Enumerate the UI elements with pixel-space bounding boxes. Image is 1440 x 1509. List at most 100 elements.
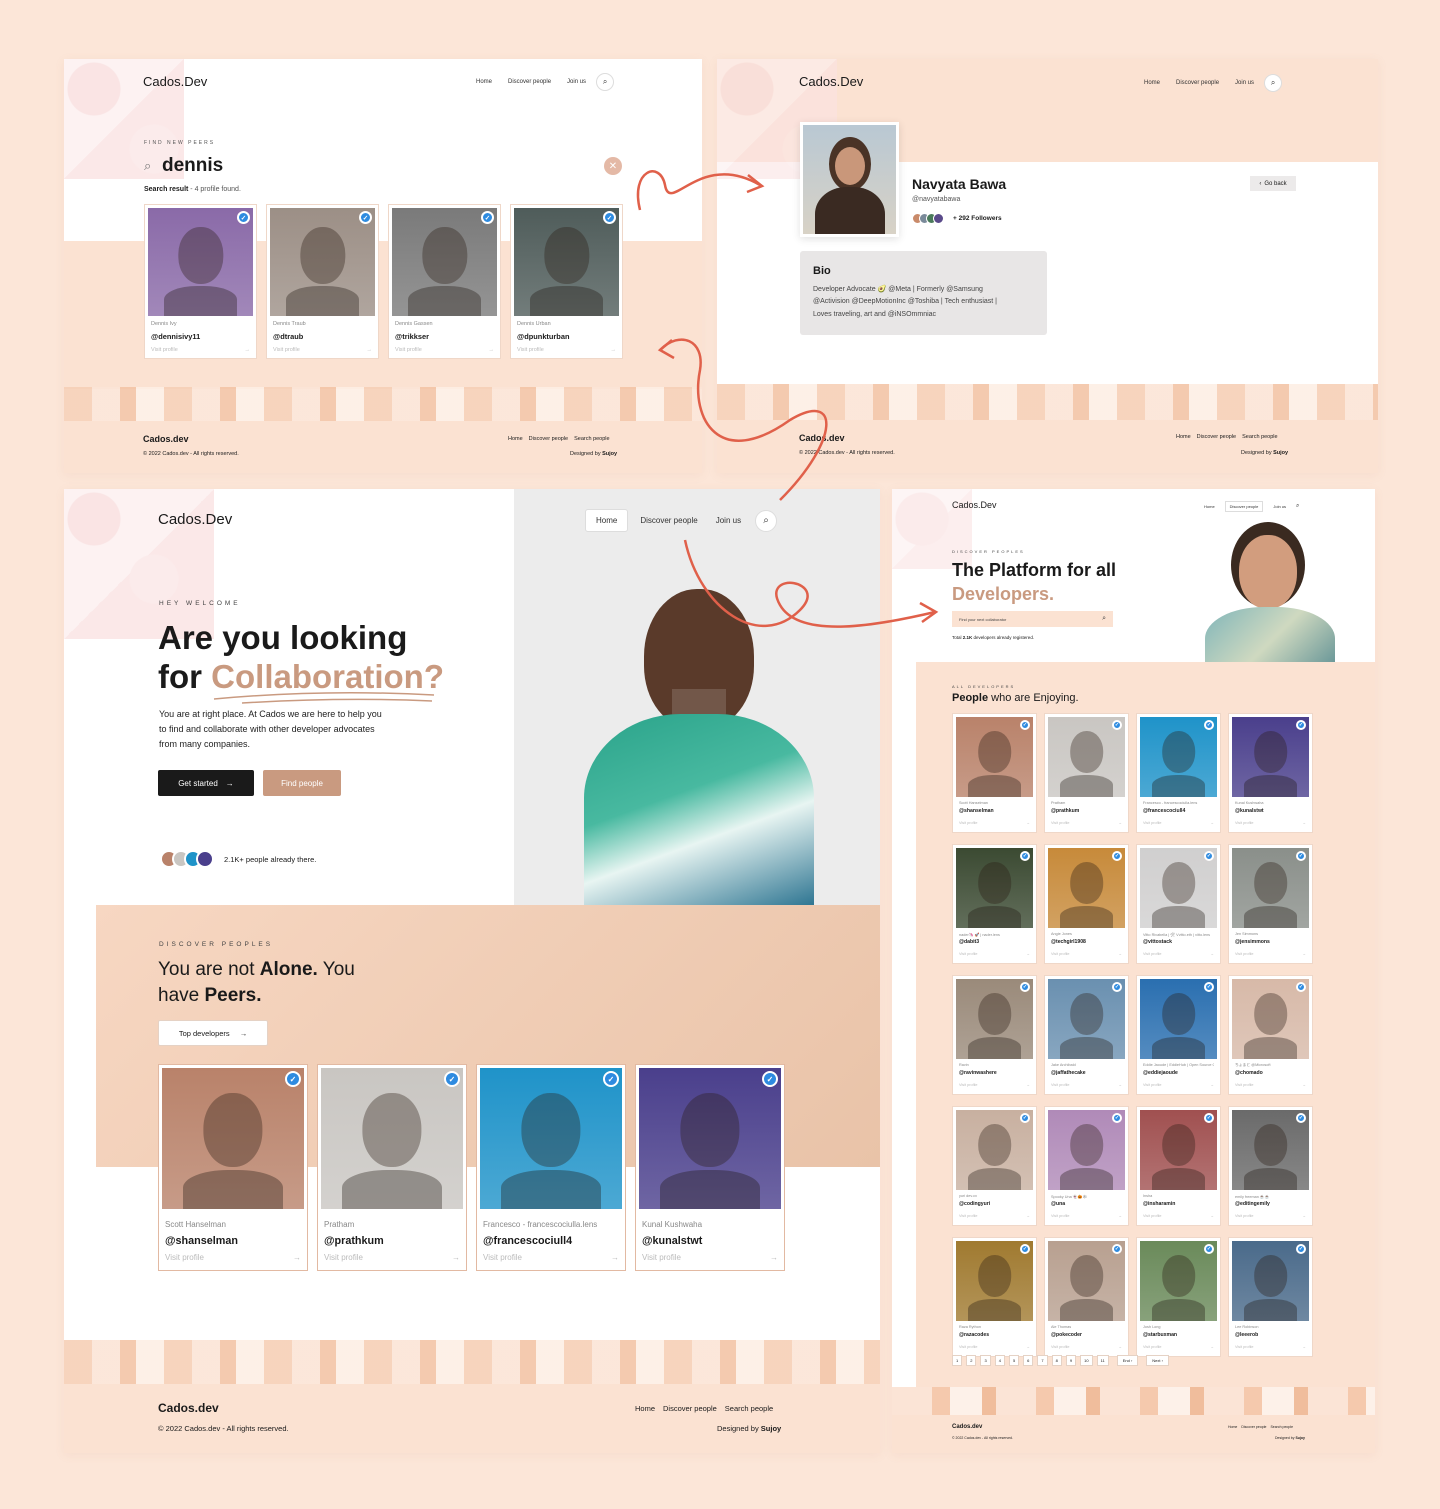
get-started-button[interactable]: Get started → bbox=[158, 770, 254, 796]
clear-search-icon[interactable]: ✕ bbox=[604, 157, 622, 175]
nav-home[interactable]: Home bbox=[1204, 504, 1215, 509]
visit-profile-link[interactable]: Visit profile bbox=[1143, 1083, 1162, 1087]
twitter-icon[interactable]: ✓ bbox=[1112, 720, 1122, 730]
designer-name[interactable]: Sujoy bbox=[602, 451, 617, 457]
search-icon[interactable]: ⌕ bbox=[1102, 615, 1106, 623]
profile-handle[interactable]: @shanselman bbox=[959, 808, 994, 814]
discover-profile-card[interactable]: ✓ Ale Thomas @pokecoder Visit profile → bbox=[1044, 1237, 1129, 1357]
visit-profile-link[interactable]: Visit profile bbox=[1051, 821, 1070, 825]
profile-handle[interactable]: @francescociull4 bbox=[1143, 808, 1185, 814]
footer-brand[interactable]: Cados.dev bbox=[952, 1424, 982, 1430]
visit-profile-link[interactable]: Visit profile bbox=[1235, 1345, 1254, 1349]
footer-link-search[interactable]: Search people bbox=[725, 1404, 773, 1413]
home-profile-card[interactable]: ✓ Pratham @prathkum Visit profile → bbox=[317, 1064, 467, 1271]
profile-handle[interactable]: @dennisivy11 bbox=[151, 332, 200, 341]
logo[interactable]: Cados.Dev bbox=[799, 74, 863, 89]
profile-handle[interactable]: @pokecoder bbox=[1051, 1332, 1082, 1338]
home-profile-card[interactable]: ✓ Francesco - francescociulla.lens @france… bbox=[476, 1064, 626, 1271]
discover-profile-card[interactable]: ✓ emily freeman ☕️☕️ @editingemily Visit pr… bbox=[1228, 1106, 1313, 1226]
nav-discover[interactable]: Discover people bbox=[640, 516, 697, 525]
profile-handle[interactable]: @jensimmons bbox=[1235, 939, 1270, 945]
discover-profile-card[interactable]: ✓ Scott Hanselman @shanselman Visit profile… bbox=[952, 713, 1037, 833]
twitter-icon[interactable]: ✓ bbox=[1296, 1244, 1306, 1254]
visit-profile-link[interactable]: Visit profile bbox=[1051, 1214, 1070, 1218]
twitter-icon[interactable]: ✓ bbox=[1204, 1113, 1214, 1123]
visit-profile-link[interactable]: Visit profile bbox=[165, 1253, 204, 1262]
discover-profile-card[interactable]: ✓ Jen Simmons @jensimmons Visit profile → bbox=[1228, 844, 1313, 964]
twitter-icon[interactable]: ✓ bbox=[762, 1071, 778, 1087]
footer-brand[interactable]: Cados.dev bbox=[158, 1401, 219, 1415]
footer-link-discover[interactable]: Discover people bbox=[1241, 1425, 1266, 1429]
visit-profile-link[interactable]: Visit profile bbox=[959, 1345, 978, 1349]
twitter-icon[interactable]: ✓ bbox=[1020, 1113, 1030, 1123]
profile-handle[interactable]: @eddiejaoude bbox=[1143, 1070, 1178, 1076]
twitter-icon[interactable]: ✓ bbox=[237, 211, 250, 224]
twitter-icon[interactable]: ✓ bbox=[1204, 720, 1214, 730]
footer-brand[interactable]: Cados.dev bbox=[143, 434, 189, 444]
profile-handle[interactable]: @razacodes bbox=[959, 1332, 989, 1338]
footer-link-home[interactable]: Home bbox=[1176, 434, 1191, 440]
discover-profile-card[interactable]: ✓ Jake Archibald @jaffathecake Visit profil… bbox=[1044, 975, 1129, 1095]
visit-profile-link[interactable]: Visit profile bbox=[483, 1253, 522, 1262]
twitter-icon[interactable]: ✓ bbox=[1020, 851, 1030, 861]
discover-profile-card[interactable]: ✓ nader🦄 🚀 | nader.lens @dabit3 Visit profi… bbox=[952, 844, 1037, 964]
visit-profile-link[interactable]: Visit profile bbox=[1143, 821, 1162, 825]
top-developers-button[interactable]: Top developers → bbox=[158, 1020, 268, 1046]
search-profile-card[interactable]: ✓ Dennis Gassen @trikkser Visit profile → bbox=[388, 204, 501, 359]
profile-handle[interactable]: @editingemily bbox=[1235, 1201, 1270, 1207]
home-profile-card[interactable]: ✓ Scott Hanselman @shanselman Visit profile… bbox=[158, 1064, 308, 1271]
visit-profile-link[interactable]: Visit profile bbox=[1235, 952, 1254, 956]
discover-profile-card[interactable]: ✓ Pratham @prathkum Visit profile → bbox=[1044, 713, 1129, 833]
twitter-icon[interactable]: ✓ bbox=[1112, 982, 1122, 992]
visit-profile-link[interactable]: Visit profile bbox=[1051, 952, 1070, 956]
footer-link-discover[interactable]: Discover people bbox=[1197, 434, 1236, 440]
designer-name[interactable]: Sujoy bbox=[761, 1424, 781, 1433]
discover-profile-card[interactable]: ✓ ちょまど @Microsoft @chomado Visit profile → bbox=[1228, 975, 1313, 1095]
footer-link-search[interactable]: Search people bbox=[574, 436, 609, 442]
search-icon[interactable]: ⌕ bbox=[755, 509, 778, 532]
discover-profile-card[interactable]: ✓ Angie Jones @techgirl1908 Visit profile → bbox=[1044, 844, 1129, 964]
footer-link-home[interactable]: Home bbox=[635, 1404, 655, 1413]
page-button[interactable]: 11 bbox=[1096, 1355, 1109, 1366]
profile-handle[interactable]: @chomado bbox=[1235, 1070, 1263, 1076]
twitter-icon[interactable]: ✓ bbox=[603, 1071, 619, 1087]
search-profile-card[interactable]: ✓ Dennis Traub @dtraub Visit profile → bbox=[266, 204, 379, 359]
visit-profile-link[interactable]: Visit profile bbox=[324, 1253, 363, 1262]
twitter-icon[interactable]: ✓ bbox=[1112, 851, 1122, 861]
search-query-input[interactable]: dennis bbox=[162, 155, 223, 177]
page-button[interactable]: 3 bbox=[980, 1355, 991, 1366]
profile-handle[interactable]: @dtraub bbox=[273, 332, 303, 341]
visit-profile-link[interactable]: Visit profile bbox=[395, 347, 422, 353]
footer-link-discover[interactable]: Discover people bbox=[663, 1404, 717, 1413]
visit-profile-link[interactable]: Visit profile bbox=[642, 1253, 681, 1262]
nav-join[interactable]: Join us bbox=[716, 516, 741, 525]
search-icon[interactable]: ⌕ bbox=[1264, 74, 1283, 92]
twitter-icon[interactable]: ✓ bbox=[285, 1071, 301, 1087]
footer-link-home[interactable]: Home bbox=[508, 436, 523, 442]
nav-discover[interactable]: Discover people bbox=[1224, 501, 1264, 512]
twitter-icon[interactable]: ✓ bbox=[1204, 982, 1214, 992]
profile-handle[interactable]: @prathkum bbox=[324, 1235, 384, 1247]
twitter-icon[interactable]: ✓ bbox=[1204, 851, 1214, 861]
discover-profile-card[interactable]: ✓ Josh Long @starbuxman Visit profile → bbox=[1136, 1237, 1221, 1357]
page-button[interactable]: 1 bbox=[952, 1355, 963, 1366]
nav-home[interactable]: Home bbox=[1144, 80, 1160, 86]
visit-profile-link[interactable]: Visit profile bbox=[1235, 1214, 1254, 1218]
twitter-icon[interactable]: ✓ bbox=[1296, 720, 1306, 730]
next-page-button[interactable]: Next › bbox=[1146, 1355, 1169, 1366]
designer-name[interactable]: Sujoy bbox=[1295, 1436, 1305, 1440]
discover-profile-card[interactable]: ✓ Ravin @ravinwashere Visit profile → bbox=[952, 975, 1037, 1095]
twitter-icon[interactable]: ✓ bbox=[1296, 851, 1306, 861]
logo[interactable]: Cados.Dev bbox=[952, 500, 997, 510]
page-button[interactable]: 7 bbox=[1037, 1355, 1048, 1366]
profile-handle[interactable]: @francescociull4 bbox=[483, 1235, 572, 1247]
discover-profile-card[interactable]: ✓ Lee Robinson @leeerob Visit profile → bbox=[1228, 1237, 1313, 1357]
visit-profile-link[interactable]: Visit profile bbox=[1143, 1345, 1162, 1349]
page-button[interactable]: 6 bbox=[1023, 1355, 1034, 1366]
discover-profile-card[interactable]: ✓ Kunal Kushwaha @kunalstwt Visit profile → bbox=[1228, 713, 1313, 833]
visit-profile-link[interactable]: Visit profile bbox=[517, 347, 544, 353]
page-button[interactable]: 2 bbox=[966, 1355, 977, 1366]
profile-handle[interactable]: @kunalstwt bbox=[1235, 808, 1264, 814]
twitter-icon[interactable]: ✓ bbox=[444, 1071, 460, 1087]
discover-profile-card[interactable]: ✓ Francesco - francescociulla.lens @france… bbox=[1136, 713, 1221, 833]
